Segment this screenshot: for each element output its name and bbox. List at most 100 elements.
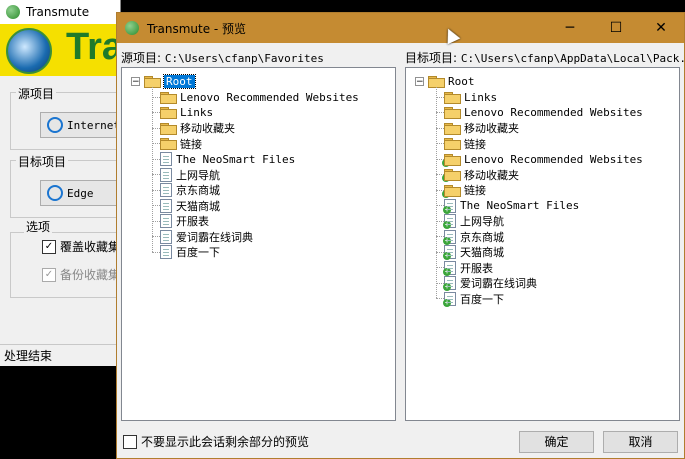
folder-icon bbox=[444, 138, 461, 150]
app-logo-icon bbox=[6, 28, 52, 74]
edge-icon bbox=[47, 185, 63, 201]
added-badge-icon: + bbox=[443, 251, 451, 260]
tree-line bbox=[436, 267, 444, 268]
preview-dialog: Transmute - 预览 ─ ☐ ✕ 源项目: C:\Users\cfanp… bbox=[116, 12, 685, 459]
tree-item[interactable]: + 移动收藏夹 bbox=[442, 167, 519, 182]
tree-item[interactable]: + 开服表 bbox=[443, 260, 493, 276]
tree-item[interactable]: 爱词霸在线词典 bbox=[160, 229, 253, 244]
tree-item-label: 天猫商城 bbox=[460, 246, 504, 259]
tree-line bbox=[436, 205, 444, 206]
tree-item[interactable]: + The NeoSmart Files bbox=[443, 198, 579, 214]
tree-line bbox=[152, 251, 160, 253]
tree-item[interactable]: + 爱词霸在线词典 bbox=[443, 276, 537, 291]
tree-line bbox=[152, 158, 160, 160]
tree-item[interactable]: Links bbox=[444, 90, 497, 105]
target-group-label: 目标项目 bbox=[16, 153, 69, 170]
overwrite-checkbox[interactable]: ✓ bbox=[42, 240, 56, 254]
app-icon bbox=[6, 5, 20, 19]
dialog-title-bar[interactable]: Transmute - 预览 ─ ☐ ✕ bbox=[117, 13, 684, 43]
tree-item-label: 链接 bbox=[464, 137, 486, 151]
tree-item[interactable]: + 天猫商城 bbox=[443, 245, 504, 260]
backup-label: 备份收藏集 bbox=[60, 268, 121, 282]
tree-root-label: Root bbox=[448, 75, 475, 88]
tree-line bbox=[436, 298, 444, 299]
tree-item[interactable]: 百度一下 bbox=[160, 245, 220, 260]
bookmark-page-icon bbox=[160, 167, 172, 182]
tree-item[interactable]: + 百度一下 bbox=[443, 291, 504, 307]
tree-line bbox=[436, 96, 444, 98]
tree-item-label: 京东商城 bbox=[176, 184, 220, 197]
added-badge-icon: + bbox=[443, 297, 451, 307]
bookmark-page-icon: + bbox=[443, 214, 456, 229]
main-title-bar: Transmute bbox=[0, 0, 120, 24]
tree-item[interactable]: 上网导航 bbox=[160, 167, 220, 182]
tree-item-label: 开服表 bbox=[176, 215, 209, 228]
dialog-title: Transmute - 预览 bbox=[147, 21, 247, 36]
tree-item[interactable]: Links bbox=[160, 105, 213, 120]
tree-line bbox=[436, 143, 444, 144]
tree-item[interactable]: 链接 bbox=[444, 136, 486, 151]
tree-item[interactable]: 链接 bbox=[160, 136, 202, 151]
tree-item[interactable]: Lenovo Recommended Websites bbox=[160, 90, 359, 105]
dont-show-checkbox[interactable] bbox=[123, 435, 137, 449]
backup-checkbox[interactable]: ✓ bbox=[42, 268, 56, 282]
tree-item[interactable]: 天猫商城 bbox=[160, 198, 220, 213]
tree-line bbox=[436, 282, 444, 284]
maximize-button[interactable]: ☐ bbox=[593, 13, 639, 43]
target-tree[interactable]: − Root Links Lenovo Recommended Websites 移动收… bbox=[405, 67, 680, 421]
tree-item[interactable]: 开服表 bbox=[160, 214, 209, 229]
tree-line bbox=[152, 96, 160, 98]
tree-line bbox=[152, 236, 160, 237]
bookmark-page-icon: + bbox=[443, 291, 456, 307]
folder-icon bbox=[144, 76, 161, 88]
cancel-button[interactable]: 取消 bbox=[603, 431, 678, 453]
tree-item-label: The NeoSmart Files bbox=[176, 152, 296, 166]
tree-item-label: Lenovo Recommended Websites bbox=[180, 90, 359, 104]
ok-button[interactable]: 确定 bbox=[519, 431, 594, 453]
overwrite-label: 覆盖收藏集 bbox=[60, 240, 121, 254]
source-tree[interactable]: − Root Lenovo Recommended Websites Links 移动收… bbox=[121, 67, 396, 421]
folder-icon bbox=[444, 107, 461, 119]
source-path: C:\Users\cfanp\Favorites bbox=[164, 52, 324, 65]
tree-item[interactable]: 移动收藏夹 bbox=[160, 121, 235, 136]
tree-item-label: 移动收藏夹 bbox=[180, 122, 235, 135]
bookmark-page-icon bbox=[160, 198, 172, 213]
tree-item-label: 京东商城 bbox=[460, 230, 504, 244]
banner-text: Tra bbox=[66, 26, 120, 68]
main-window-title: Transmute bbox=[26, 5, 90, 19]
tree-item[interactable]: + Lenovo Recommended Websites bbox=[442, 152, 643, 167]
tree-line bbox=[436, 112, 444, 113]
added-badge-icon: + bbox=[443, 235, 451, 245]
tree-line bbox=[152, 112, 160, 113]
tree-item-label: 百度一下 bbox=[176, 246, 220, 259]
dont-show-label: 不要显示此会话剩余部分的预览 bbox=[141, 435, 310, 449]
close-button[interactable]: ✕ bbox=[638, 13, 684, 43]
bookmark-page-icon: + bbox=[443, 260, 456, 276]
folder-icon bbox=[160, 107, 177, 119]
folder-icon bbox=[428, 76, 445, 88]
minimize-button[interactable]: ─ bbox=[547, 13, 593, 43]
source-label: 源项目: bbox=[121, 51, 162, 65]
tree-line bbox=[152, 127, 160, 129]
tree-item[interactable]: + 京东商城 bbox=[443, 229, 504, 245]
collapse-toggle[interactable]: − bbox=[415, 77, 424, 87]
tree-item-label: 上网导航 bbox=[176, 168, 220, 182]
tree-item[interactable]: 移动收藏夹 bbox=[444, 121, 519, 136]
source-path-label: 源项目: C:\Users\cfanp\Favorites bbox=[121, 49, 324, 66]
tree-line bbox=[152, 220, 160, 222]
bookmark-page-icon bbox=[160, 229, 172, 244]
tree-line bbox=[152, 143, 160, 144]
tree-item-label: 链接 bbox=[180, 137, 202, 151]
tree-item-label: Links bbox=[180, 106, 214, 119]
folder-icon: + bbox=[442, 184, 461, 198]
tree-item[interactable]: The NeoSmart Files bbox=[160, 152, 295, 167]
tree-root[interactable]: Root bbox=[428, 74, 475, 89]
tree-item[interactable]: + 链接 bbox=[442, 183, 486, 198]
bookmark-page-icon: + bbox=[443, 245, 456, 260]
target-label: 目标项目: bbox=[405, 51, 458, 65]
folder-icon bbox=[160, 122, 177, 135]
tree-item[interactable]: 京东商城 bbox=[160, 183, 220, 198]
tree-item[interactable]: + 上网导航 bbox=[443, 214, 504, 229]
tree-item[interactable]: Lenovo Recommended Websites bbox=[444, 105, 643, 120]
collapse-toggle[interactable]: − bbox=[131, 77, 140, 87]
